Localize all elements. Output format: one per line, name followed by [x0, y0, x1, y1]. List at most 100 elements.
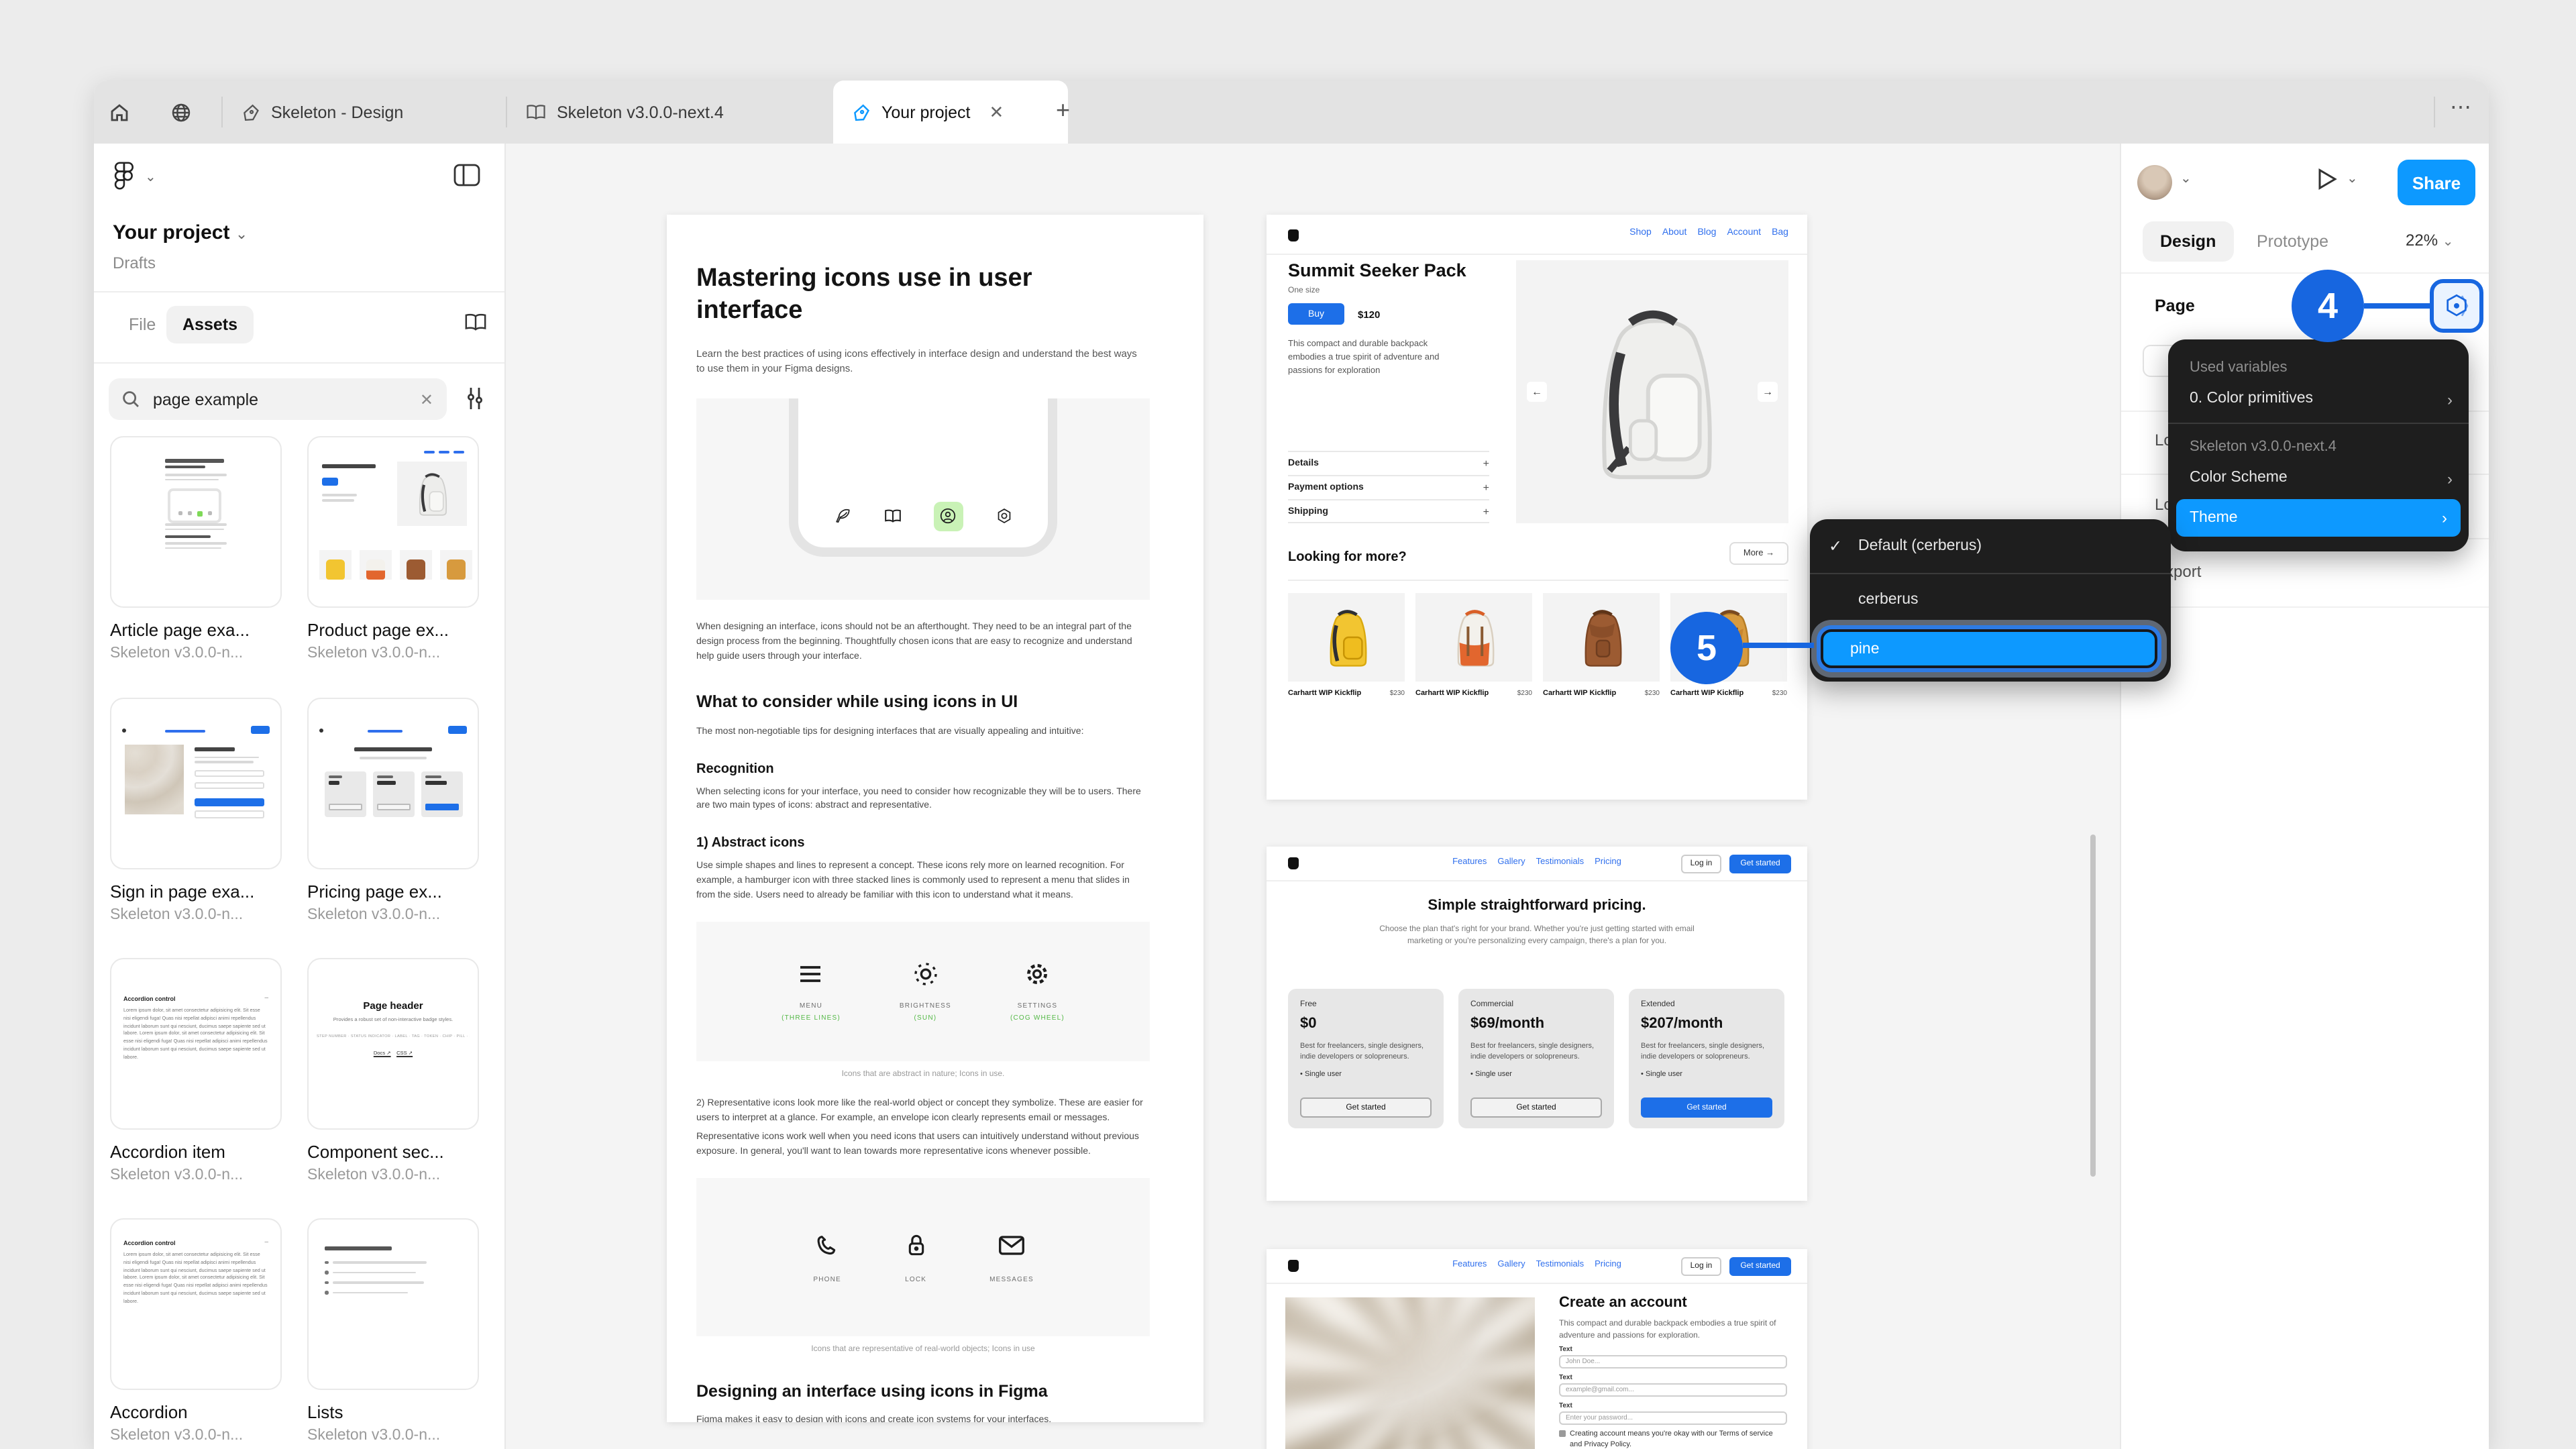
tab-skeleton-design[interactable]: Skeleton - Design: [223, 80, 506, 144]
buy-button[interactable]: Buy: [1288, 303, 1344, 325]
page-section-label: Page: [2155, 297, 2195, 315]
design-file-icon: [244, 103, 259, 121]
asset-card-component-section[interactable]: Page header Provides a robust set of non…: [307, 958, 479, 1183]
tab-assets[interactable]: Assets: [166, 306, 254, 343]
menu-item-color-primitives[interactable]: 0. Color primitives: [2190, 390, 2313, 407]
plan-card-commercial[interactable]: Commercial $69/month Best for freelancer…: [1458, 989, 1614, 1128]
menu-item-theme[interactable]: Theme ›: [2176, 499, 2461, 537]
new-tab-button[interactable]: +: [1056, 97, 1070, 125]
book-icon: [884, 510, 900, 523]
book-icon: [527, 105, 545, 120]
plan-cta-button[interactable]: Get started: [1470, 1097, 1602, 1118]
design-canvas[interactable]: Mastering icons use in user interface Le…: [506, 144, 2120, 1449]
design-file-icon: [854, 103, 870, 121]
highlighted-person-icon: [933, 501, 963, 531]
plan-cta-button[interactable]: Get started: [1641, 1097, 1772, 1118]
apply-variables-icon-button[interactable]: [2430, 279, 2483, 333]
figma-logo-icon[interactable]: [113, 161, 140, 191]
accordion-row-payment[interactable]: Payment options +: [1288, 475, 1489, 499]
get-started-button[interactable]: Get started: [1729, 855, 1791, 873]
share-button[interactable]: Share: [2398, 160, 2475, 205]
product-card[interactable]: Carhartt WIP Kickflip $230: [1415, 593, 1532, 698]
menu-item-color-scheme[interactable]: Color Scheme: [2190, 470, 2288, 486]
close-tab-icon[interactable]: ✕: [989, 101, 1004, 123]
menu-item-default-cerberus[interactable]: Default (cerberus): [1858, 538, 1982, 554]
asset-card-accordion[interactable]: Accordion control – Lorem ipsum dolor, s…: [110, 1218, 282, 1444]
accordion-row-shipping[interactable]: Shipping +: [1288, 499, 1489, 523]
tab-label: Your project: [881, 103, 971, 121]
representative-icons-figure: PHONE LOCK MESSAGES: [696, 1178, 1150, 1337]
search-bar[interactable]: ✕: [109, 378, 447, 420]
menu-item-pine[interactable]: pine: [1821, 629, 2157, 668]
product-card[interactable]: Carhartt WIP Kickflip $230: [1288, 593, 1405, 698]
asset-card-lists[interactable]: Lists Skeleton v3.0.0-n...: [307, 1218, 479, 1444]
password-field[interactable]: Enter your password...: [1559, 1411, 1787, 1425]
desktop: Skeleton - Design Skeleton v3.0.0-next.4…: [0, 0, 2576, 1449]
tab-file[interactable]: File: [113, 306, 172, 343]
backpack-image: [419, 473, 447, 516]
left-sidebar: ⌄ Your project ⌄ Drafts File Assets ✕: [94, 144, 506, 1449]
mail-icon: [999, 1236, 1024, 1255]
annotation-connector-4: [2364, 303, 2438, 309]
plan-card-extended[interactable]: Extended $207/month Best for freelancers…: [1629, 989, 1784, 1128]
article-title: Mastering icons use in user interface: [696, 264, 1032, 325]
project-title[interactable]: Your project ⌄: [113, 221, 248, 244]
frame-product-page[interactable]: Shop About Blog Account Bag Summit Seeke…: [1267, 215, 1807, 800]
article-hero-image: [696, 398, 1150, 600]
window-overflow-menu[interactable]: ⋯: [2450, 94, 2474, 121]
zoom-level[interactable]: 22% ⌄: [2406, 231, 2454, 250]
tab-prototype[interactable]: Prototype: [2239, 221, 2346, 262]
asset-library: Skeleton v3.0.0-n...: [307, 1428, 441, 1444]
clear-search-icon[interactable]: ✕: [420, 390, 433, 409]
plan-cta-button[interactable]: Get started: [1300, 1097, 1432, 1118]
chevron-down-icon[interactable]: ⌄: [2347, 172, 2358, 186]
menu-item-cerberus[interactable]: cerberus: [1858, 592, 1919, 608]
feather-icon: [835, 509, 849, 523]
tab-label: Skeleton - Design: [271, 103, 404, 121]
frame-pricing-page[interactable]: Features Gallery Testimonials Pricing Lo…: [1267, 847, 1807, 1201]
home-icon[interactable]: [105, 98, 134, 127]
pricing-nav: Features Gallery Testimonials Pricing: [1452, 857, 1621, 867]
toggle-panel-icon[interactable]: [453, 164, 480, 193]
frame-signup-page[interactable]: Features Gallery Testimonials Pricing Lo…: [1267, 1249, 1807, 1449]
asset-card-signin-page[interactable]: Sign in page exa... Skeleton v3.0.0-n...: [110, 698, 282, 923]
tab-design[interactable]: Design: [2143, 221, 2234, 262]
filter-icon[interactable]: [464, 386, 486, 417]
get-started-button[interactable]: Get started: [1729, 1257, 1791, 1276]
asset-card-pricing-page[interactable]: Pricing page ex... Skeleton v3.0.0-n...: [307, 698, 479, 923]
more-button[interactable]: More →: [1729, 542, 1788, 565]
asset-title: Pricing page ex...: [307, 881, 442, 902]
carousel-prev-button[interactable]: ←: [1527, 382, 1547, 402]
signup-hero-image: [1285, 1297, 1535, 1449]
terms-checkbox[interactable]: [1559, 1430, 1565, 1436]
tab-bar: Skeleton - Design Skeleton v3.0.0-next.4…: [94, 80, 2489, 144]
tab-your-project[interactable]: Your project ✕: [833, 80, 1068, 144]
accordion-row-details[interactable]: Details +: [1288, 451, 1489, 475]
present-play-icon[interactable]: [2317, 168, 2337, 197]
canvas-scrollbar[interactable]: [2090, 835, 2096, 1177]
related-heading: Looking for more?: [1288, 550, 1407, 565]
phone-icon: [816, 1236, 835, 1255]
search-icon: [123, 391, 139, 407]
carousel-next-button[interactable]: →: [1758, 382, 1778, 402]
asset-thumbnail: [307, 698, 479, 869]
asset-card-accordion-item[interactable]: Accordion control – Lorem ipsum dolor, s…: [110, 958, 282, 1183]
asset-card-article-page[interactable]: Article page exa... Skeleton v3.0.0-n...: [110, 436, 282, 661]
chevron-down-icon[interactable]: ⌄: [145, 170, 156, 185]
login-button[interactable]: Log in: [1681, 855, 1721, 873]
plan-card-free[interactable]: Free $0 Best for freelancers, single des…: [1288, 989, 1444, 1128]
library-book-icon[interactable]: [464, 313, 487, 338]
tab-skeleton-library[interactable]: Skeleton v3.0.0-next.4: [507, 80, 833, 144]
chevron-down-icon[interactable]: ⌄: [2180, 172, 2192, 186]
login-button[interactable]: Log in: [1681, 1257, 1721, 1276]
avatar[interactable]: [2137, 165, 2172, 200]
asset-card-product-page[interactable]: Product page ex... Skeleton v3.0.0-n...: [307, 436, 479, 661]
project-location[interactable]: Drafts: [113, 254, 156, 272]
product-card[interactable]: Carhartt WIP Kickflip $230: [1543, 593, 1660, 698]
frame-article-page[interactable]: Mastering icons use in user interface Le…: [667, 215, 1203, 1422]
email-field[interactable]: example@gmail.com...: [1559, 1383, 1787, 1397]
search-input[interactable]: [150, 388, 409, 410]
globe-icon[interactable]: [166, 98, 196, 127]
name-field[interactable]: John Doe...: [1559, 1355, 1787, 1368]
store-logo: [1288, 1260, 1299, 1272]
